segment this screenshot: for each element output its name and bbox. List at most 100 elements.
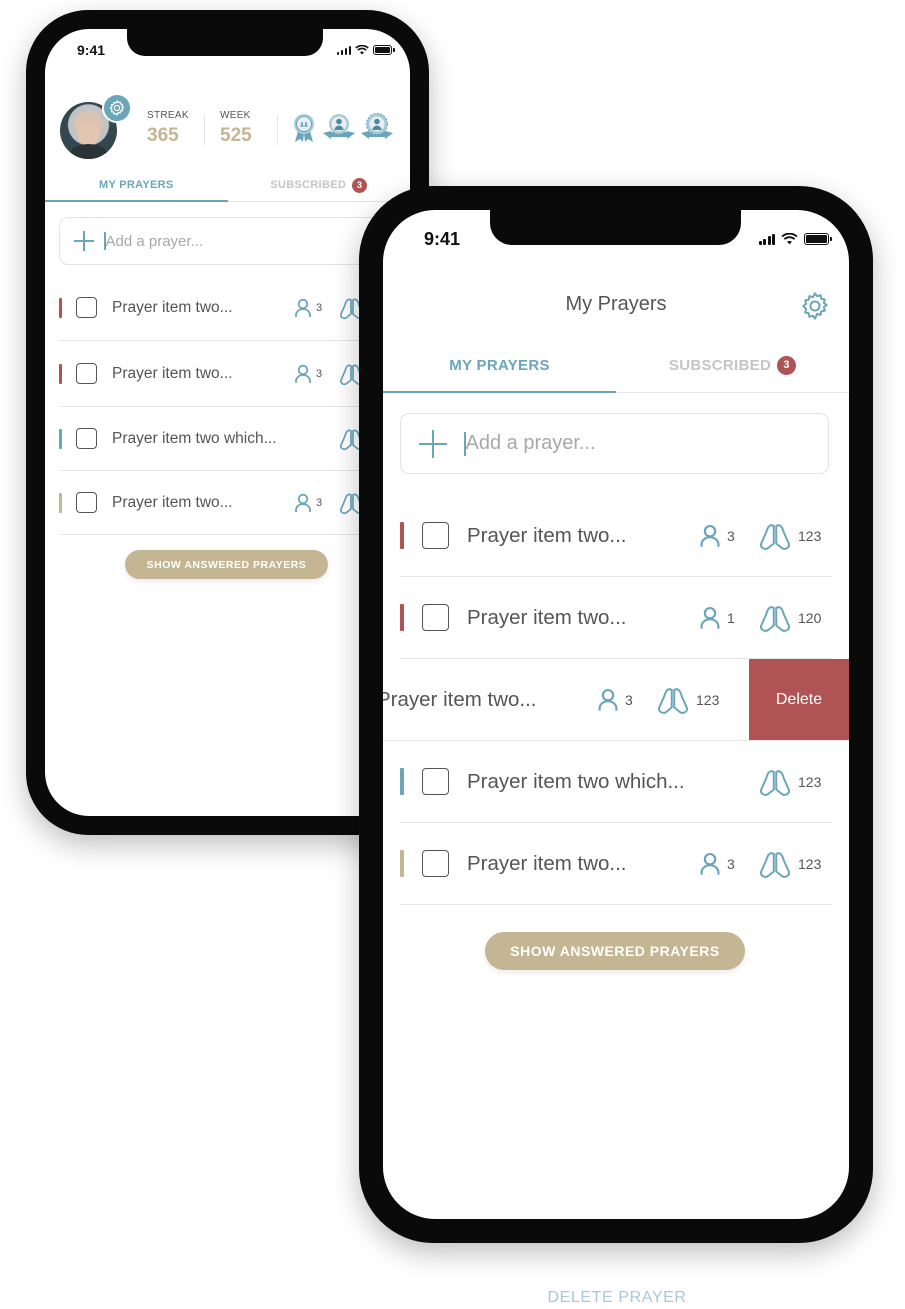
prayer-checkbox[interactable] (422, 850, 449, 877)
add-prayer-input[interactable] (465, 432, 786, 455)
follower-count: 3 (727, 855, 735, 872)
tab-subscribed[interactable]: SUBSCRIBED 3 (228, 169, 411, 201)
settings-gear-badge[interactable] (102, 93, 132, 123)
prayer-badge-icon[interactable] (290, 113, 318, 143)
prayer-title: Prayer item two... (112, 493, 233, 511)
stat-divider (204, 115, 205, 145)
prayer-checkbox[interactable] (76, 363, 97, 384)
delete-button[interactable]: Delete (749, 659, 849, 740)
phone-frame-my-prayers: 9:41 My Prayers MY PRAYERS SUBSCRIBED 3 #… (359, 186, 873, 1243)
streak-label: STREAK (147, 110, 189, 121)
plus-icon[interactable]: #phone-back .plus::before{left:9px;top:0… (74, 231, 94, 251)
week-value: 525 (220, 125, 252, 146)
prayer-row[interactable]: Prayer item two... 1 120 (400, 577, 832, 659)
prayer-title: Prayer item two... (467, 605, 627, 629)
prayer-row[interactable]: Prayer item two which... 123 (400, 741, 832, 823)
priority-indicator-low (59, 492, 62, 513)
gear-icon[interactable] (799, 290, 831, 322)
prayer-row-swiped[interactable]: Prayer item two... 3 123 Delete (383, 659, 849, 741)
prayed-count: 123 (798, 527, 822, 544)
prayer-title: Prayer item two which... (467, 769, 685, 793)
person-icon (700, 606, 720, 629)
prayed-count: 123 (798, 773, 822, 790)
prayer-checkbox[interactable] (76, 297, 97, 318)
prayer-row[interactable]: Prayer item two... 3 123 (400, 823, 832, 905)
prayer-title: Prayer item two... (112, 364, 233, 382)
wifi-icon (355, 45, 369, 55)
priority-indicator-high (59, 297, 62, 318)
signal-icon (758, 233, 775, 245)
badges (290, 113, 394, 143)
person-icon (295, 493, 311, 512)
tab-bar: MY PRAYERS SUBSCRIBED 3 (383, 338, 849, 393)
status-time: 9:41 (77, 42, 106, 58)
screen-profile: 9:41 STREAK 365 WEEK 525 MY PRAYERS SUBS… (45, 29, 410, 816)
add-prayer-field[interactable]: #phone-front .plus::before{left:13px;top… (400, 413, 829, 474)
prayer-checkbox[interactable] (422, 768, 449, 795)
add-prayer-field[interactable]: #phone-back .plus::before{left:9px;top:0… (59, 217, 399, 265)
notch (127, 29, 323, 56)
page-title: My Prayers (565, 293, 667, 315)
person-badge-icon[interactable] (360, 113, 394, 143)
prayer-list: Prayer item two... 3 123 Prayer item two… (383, 495, 849, 905)
tab-label: SUBSCRIBED (668, 356, 772, 374)
week-label: WEEK (220, 110, 251, 121)
subscribed-count-badge: 3 (352, 177, 368, 193)
prayer-row[interactable]: Prayer item two... 3 (59, 341, 410, 407)
tab-my-prayers[interactable]: MY PRAYERS (45, 169, 228, 202)
wifi-icon (781, 233, 798, 245)
tab-label: SUBSCRIBED (270, 179, 347, 191)
praying-hands-icon[interactable] (757, 849, 793, 879)
tab-bar: MY PRAYERS SUBSCRIBED 3 (45, 169, 410, 202)
tab-label: MY PRAYERS (98, 179, 174, 191)
add-prayer-input[interactable] (105, 232, 326, 250)
tab-my-prayers[interactable]: MY PRAYERS (383, 338, 616, 393)
priority-indicator-high (400, 604, 404, 631)
prayed-count: 123 (696, 691, 720, 708)
notch (490, 210, 741, 245)
prayer-checkbox[interactable] (422, 604, 449, 631)
tab-label: MY PRAYERS (449, 356, 550, 374)
praying-hands-icon[interactable] (757, 521, 793, 551)
person-icon (700, 852, 720, 875)
person-icon (598, 688, 618, 711)
plus-icon[interactable]: #phone-front .plus::before{left:13px;top… (419, 429, 447, 458)
prayer-title: Prayer item two... (467, 523, 627, 547)
prayer-title: Prayer item two... (383, 687, 537, 711)
prayed-count: 123 (798, 855, 822, 872)
follower-count: 1 (727, 609, 735, 626)
prayer-checkbox[interactable] (76, 428, 97, 449)
tab-subscribed[interactable]: SUBSCRIBED 3 (616, 338, 849, 392)
gear-icon (109, 100, 125, 116)
prayer-title: Prayer item two... (467, 851, 627, 875)
screen-my-prayers: 9:41 My Prayers MY PRAYERS SUBSCRIBED 3 #… (383, 210, 849, 1219)
priority-indicator-high (400, 522, 404, 549)
prayer-row[interactable]: Prayer item two... 3 (59, 471, 410, 535)
show-answered-prayers-button[interactable]: SHOW ANSWERED PRAYERS (485, 932, 745, 970)
follower-count: 3 (316, 301, 323, 314)
praying-hands-icon[interactable] (757, 767, 793, 797)
person-icon (295, 364, 311, 383)
prayer-title: Prayer item two which... (112, 429, 277, 447)
follower-count: 3 (727, 527, 735, 544)
prayer-checkbox[interactable] (76, 492, 97, 513)
priority-indicator-high (59, 363, 62, 384)
streak-stat: STREAK 365 (147, 110, 189, 147)
praying-hands-icon[interactable] (757, 603, 793, 633)
prayer-list: Prayer item two... 3 Prayer item two... … (59, 275, 410, 535)
person-badge-icon[interactable] (322, 113, 356, 143)
battery-icon (804, 233, 832, 245)
priority-indicator-medium (400, 768, 404, 795)
prayer-row[interactable]: Prayer item two... 3 123 (400, 495, 832, 577)
praying-hands-icon[interactable] (655, 685, 691, 715)
show-answered-prayers-button[interactable]: SHOW ANSWERED PRAYERS (125, 550, 328, 579)
prayer-checkbox[interactable] (422, 522, 449, 549)
prayer-row[interactable]: Prayer item two which... (59, 407, 410, 471)
priority-indicator-medium (59, 428, 62, 449)
prayer-row[interactable]: Prayer item two... 3 (59, 275, 410, 341)
follower-count: 3 (316, 496, 323, 509)
follower-count: 3 (625, 691, 633, 708)
person-icon (700, 524, 720, 547)
priority-indicator-low (400, 850, 404, 877)
battery-icon (373, 45, 395, 55)
